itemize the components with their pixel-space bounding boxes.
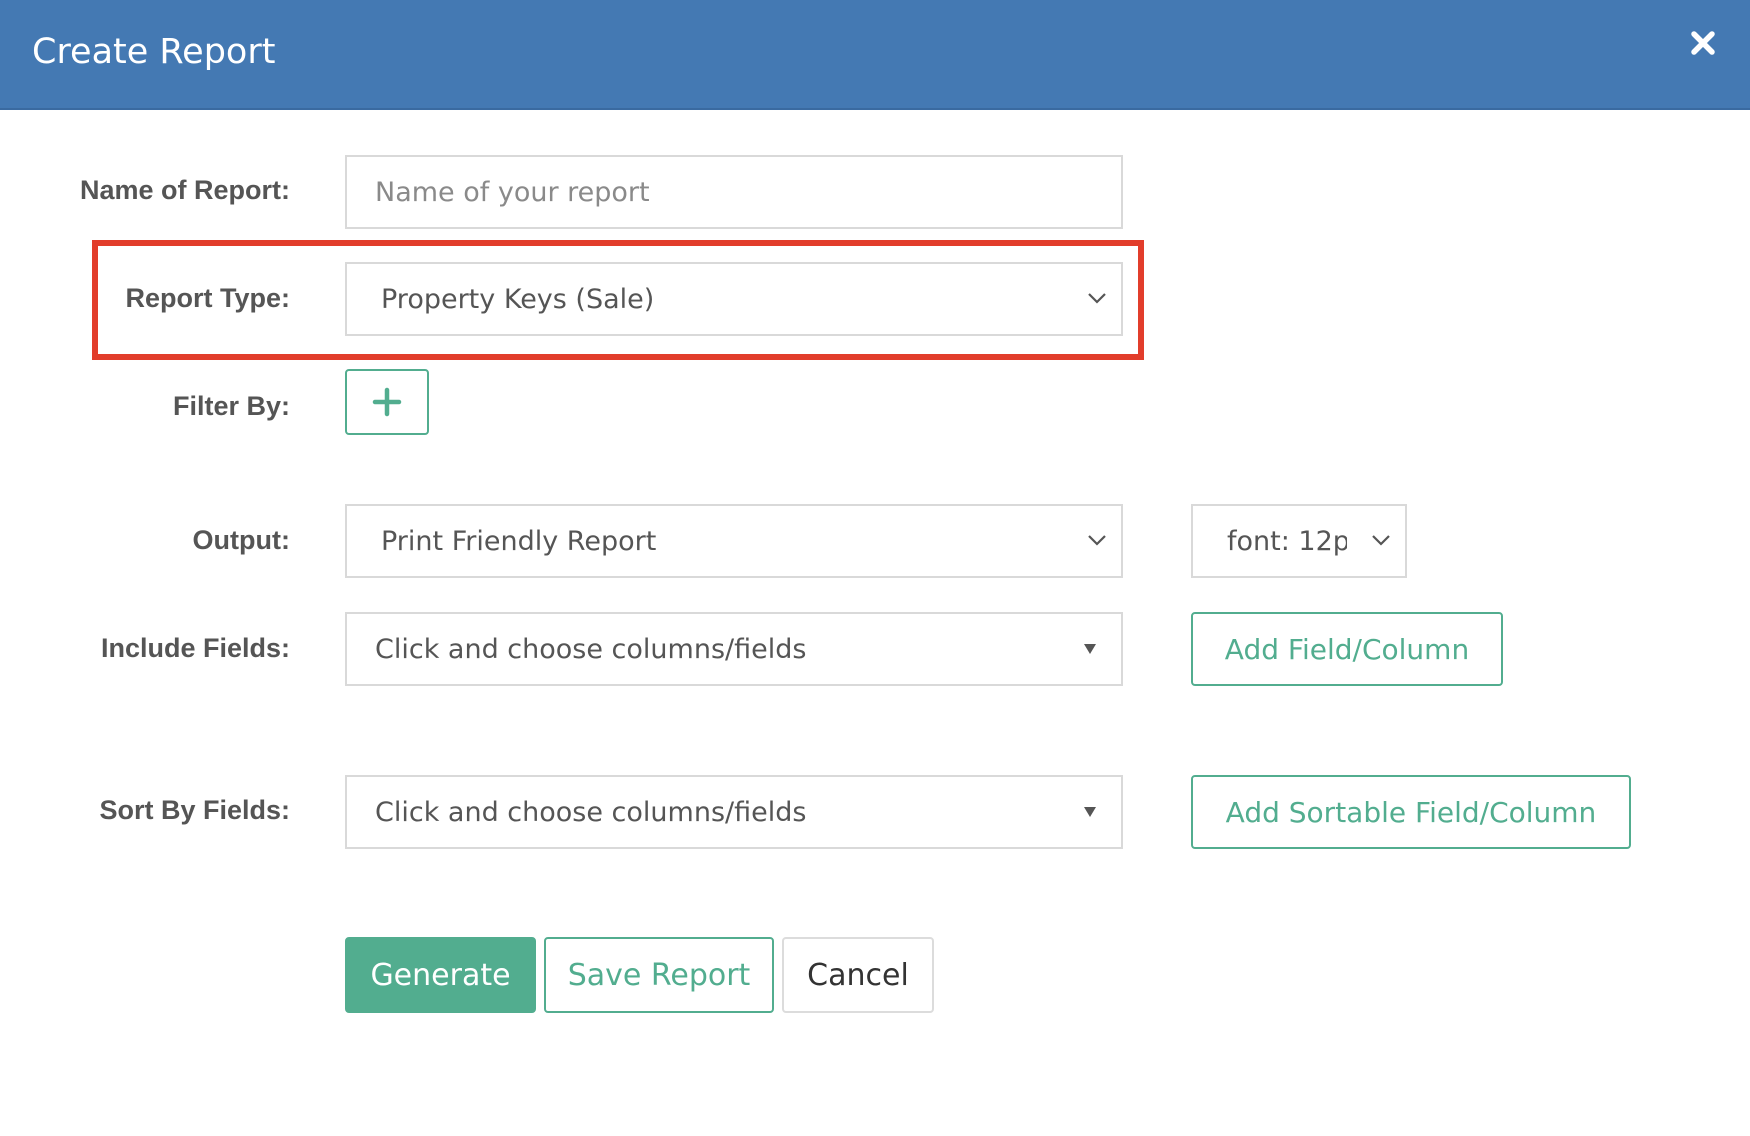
chevron-down-icon (1088, 535, 1106, 546)
plus-icon (372, 387, 402, 417)
include-fields-label: Include Fields: (100, 633, 290, 663)
filter-label: Filter By: (172, 391, 290, 421)
output-label: Output: (192, 525, 290, 555)
include-fields-select[interactable]: Click and choose columns/fields (345, 612, 1123, 686)
name-label: Name of Report: (79, 175, 290, 205)
report-name-field[interactable] (345, 155, 1123, 229)
sort-fields-placeholder: Click and choose columns/fields (375, 796, 807, 828)
caret-down-icon (1084, 807, 1096, 817)
font-size-select[interactable]: font: 12pt (1191, 504, 1407, 578)
modal-header: Create Report (0, 0, 1750, 110)
report-name-input[interactable] (347, 157, 1121, 227)
report-type-label: Report Type: (125, 283, 290, 313)
chevron-down-icon (1371, 533, 1391, 547)
include-fields-placeholder: Click and choose columns/fields (375, 633, 807, 665)
add-sortable-field-button[interactable]: Add Sortable Field/Column (1191, 775, 1631, 849)
report-type-select[interactable]: Property Keys (Sale) (345, 262, 1123, 336)
chevron-down-icon (1088, 293, 1106, 304)
close-icon[interactable] (1688, 28, 1718, 58)
output-value: Print Friendly Report (381, 525, 657, 557)
output-select[interactable]: Print Friendly Report (345, 504, 1123, 578)
sort-fields-select[interactable]: Click and choose columns/fields (345, 775, 1123, 849)
modal-title: Create Report (32, 32, 276, 72)
report-type-value: Property Keys (Sale) (381, 283, 655, 315)
cancel-button[interactable]: Cancel (782, 937, 934, 1013)
sort-fields-label: Sort By Fields: (99, 795, 290, 825)
font-size-value: font: 12pt (1227, 525, 1347, 557)
caret-down-icon (1084, 644, 1096, 654)
save-report-button[interactable]: Save Report (544, 937, 774, 1013)
add-field-column-button[interactable]: Add Field/Column (1191, 612, 1503, 686)
generate-button[interactable]: Generate (345, 937, 536, 1013)
add-filter-button[interactable] (345, 369, 429, 435)
